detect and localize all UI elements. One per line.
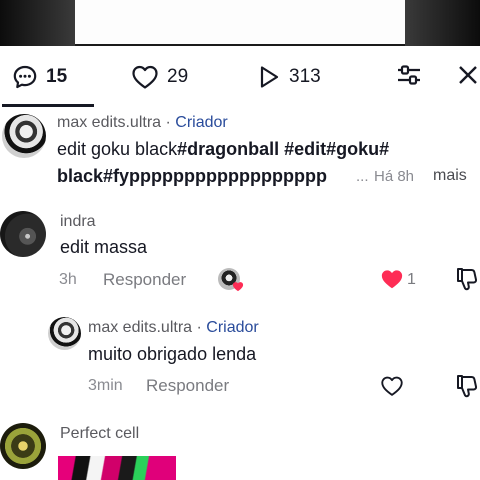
- caption-username-line: max edits.ultra · Criador: [57, 114, 228, 132]
- filter-settings-button[interactable]: [394, 62, 424, 92]
- like-button[interactable]: [380, 268, 404, 295]
- tab-shares[interactable]: 313: [257, 62, 321, 92]
- caption-hashtags[interactable]: #dragonball #edit#goku#: [177, 139, 389, 159]
- close-button[interactable]: [454, 62, 480, 92]
- username[interactable]: max edits.ultra: [88, 319, 192, 336]
- caption-line-1: edit goku black#dragonball #edit#goku#: [57, 139, 389, 160]
- video-edge-left: [0, 0, 75, 46]
- video-preview[interactable]: [0, 0, 480, 46]
- play-outline-icon: [257, 64, 281, 90]
- tab-comments[interactable]: 15: [12, 62, 67, 92]
- avatar[interactable]: [0, 211, 46, 257]
- comment-time: 3h: [59, 271, 77, 288]
- video-edge-right: [405, 0, 480, 46]
- creator-badge: Criador: [206, 319, 259, 336]
- comment-time: 3min: [88, 377, 123, 394]
- comment-bubble-icon: [12, 64, 38, 90]
- reply-username-line: max edits.ultra · Criador: [88, 319, 259, 337]
- separator: ·: [165, 114, 171, 131]
- reply-button[interactable]: Responder: [146, 376, 229, 396]
- avatar[interactable]: [0, 423, 46, 469]
- dislike-button[interactable]: [455, 373, 479, 404]
- like-count: 1: [407, 271, 416, 288]
- likes-count: 29: [167, 66, 189, 87]
- heart-outline-icon: [381, 376, 403, 396]
- caption-text: edit goku black: [57, 139, 178, 159]
- heart-badge-icon: [232, 279, 244, 297]
- tab-likes[interactable]: 29: [131, 62, 188, 92]
- avatar[interactable]: [2, 114, 46, 158]
- shares-count: 313: [289, 66, 321, 87]
- comment-text: muito obrigado lenda: [88, 344, 257, 364]
- username[interactable]: max edits.ultra: [57, 114, 161, 131]
- creator-badge: Criador: [175, 114, 228, 131]
- heart-filled-icon: [381, 270, 403, 289]
- comment-text: edit massa: [60, 237, 148, 257]
- thumbs-down-icon: [457, 268, 478, 291]
- username[interactable]: Perfect cell: [60, 425, 139, 443]
- heart-outline-icon: [131, 64, 159, 90]
- caption-time: Há 8h: [374, 168, 415, 185]
- sliders-icon: [396, 63, 422, 92]
- separator: ·: [196, 319, 202, 336]
- close-icon: [457, 64, 479, 91]
- comments-count: 15: [46, 66, 68, 87]
- like-button[interactable]: [380, 375, 404, 402]
- username[interactable]: indra: [60, 213, 96, 231]
- video-frame: [75, 0, 405, 44]
- avatar[interactable]: [48, 317, 81, 350]
- active-tab-indicator: [2, 104, 94, 107]
- comment-panel-tabs: 15 29 313: [0, 46, 480, 108]
- caption-ellipsis: ...: [356, 168, 369, 185]
- thumbs-down-icon: [457, 375, 478, 398]
- reply-button[interactable]: Responder: [103, 270, 186, 290]
- caption-hashtags-2[interactable]: black#fypppppppppppppppppp: [57, 166, 327, 186]
- comment-sticker-image[interactable]: [58, 456, 176, 480]
- caption-line-2: black#fypppppppppppppppppp: [57, 166, 327, 187]
- more-link[interactable]: mais: [433, 167, 467, 185]
- dislike-button[interactable]: [455, 266, 479, 297]
